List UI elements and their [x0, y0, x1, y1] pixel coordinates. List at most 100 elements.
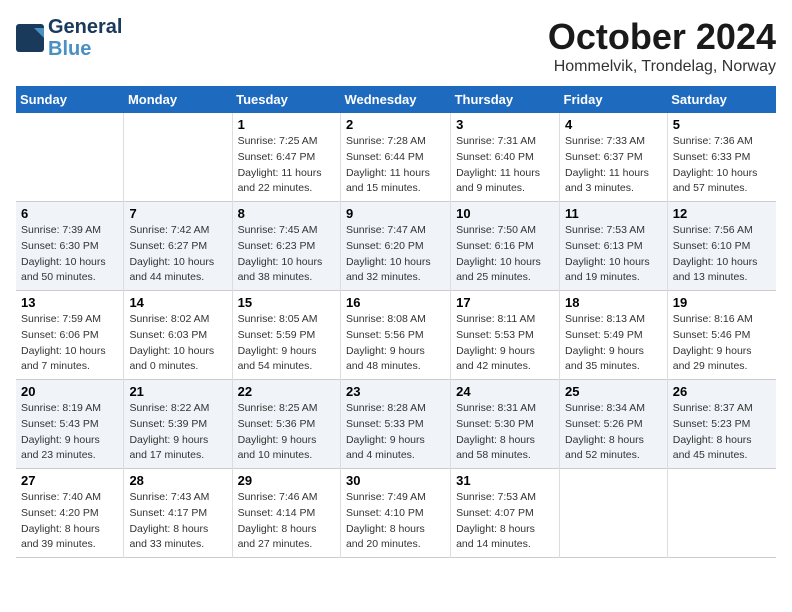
calendar-title: October 2024 [548, 16, 776, 58]
day-number: 7 [129, 206, 226, 221]
cell-text: Sunrise: 7:25 AMSunset: 6:47 PMDaylight:… [238, 135, 322, 194]
day-number: 29 [238, 473, 335, 488]
table-cell: 13Sunrise: 7:59 AMSunset: 6:06 PMDayligh… [16, 291, 124, 380]
day-number: 5 [673, 117, 771, 132]
cell-text: Sunrise: 7:56 AMSunset: 6:10 PMDaylight:… [673, 224, 758, 283]
day-number: 15 [238, 295, 335, 310]
table-cell [560, 469, 668, 558]
table-cell: 10 Sunrise: 7:50 AMSunset: 6:16 PMDayligh… [451, 202, 560, 291]
table-cell: 16Sunrise: 8:08 AMSunset: 5:56 PMDayligh… [340, 291, 450, 380]
calendar-week-row: 13Sunrise: 7:59 AMSunset: 6:06 PMDayligh… [16, 291, 776, 380]
table-cell: 21 Sunrise: 8:22 AMSunset: 5:39 PMDayligh… [124, 380, 232, 469]
calendar-week-row: 27 Sunrise: 7:40 AMSunset: 4:20 PMDayligh… [16, 469, 776, 558]
day-number: 31 [456, 473, 554, 488]
cell-text: Sunrise: 8:11 AMSunset: 5:53 PMDaylight:… [456, 313, 535, 372]
day-number: 8 [238, 206, 335, 221]
logo-icon [16, 24, 44, 52]
calendar-subtitle: Hommelvik, Trondelag, Norway [548, 58, 776, 76]
table-cell: 28 Sunrise: 7:43 AMSunset: 4:17 PMDayligh… [124, 469, 232, 558]
cell-text: Sunrise: 8:16 AMSunset: 5:46 PMDaylight:… [673, 313, 753, 372]
table-cell: 1 Sunrise: 7:25 AMSunset: 6:47 PMDaylight… [232, 113, 340, 202]
cell-text: Sunrise: 7:50 AMSunset: 6:16 PMDaylight:… [456, 224, 541, 283]
cell-text: Sunrise: 7:49 AMSunset: 4:10 PMDaylight:… [346, 491, 426, 550]
day-number: 19 [673, 295, 771, 310]
col-monday: Monday [124, 86, 232, 113]
calendar-table: Sunday Monday Tuesday Wednesday Thursday… [16, 86, 776, 558]
cell-text: Sunrise: 8:31 AMSunset: 5:30 PMDaylight:… [456, 402, 536, 461]
cell-text: Sunrise: 7:43 AMSunset: 4:17 PMDaylight:… [129, 491, 209, 550]
table-cell: 25Sunrise: 8:34 AMSunset: 5:26 PMDayligh… [560, 380, 668, 469]
table-cell: 15 Sunrise: 8:05 AMSunset: 5:59 PMDayligh… [232, 291, 340, 380]
table-cell: 31Sunrise: 7:53 AMSunset: 4:07 PMDayligh… [451, 469, 560, 558]
cell-text: Sunrise: 8:05 AMSunset: 5:59 PMDaylight:… [238, 313, 318, 372]
col-sunday: Sunday [16, 86, 124, 113]
cell-text: Sunrise: 7:28 AMSunset: 6:44 PMDaylight:… [346, 135, 430, 194]
page-header: General Blue October 2024 Hommelvik, Tro… [16, 16, 776, 76]
logo: General Blue [16, 16, 122, 60]
day-number: 21 [129, 384, 226, 399]
table-cell: 8Sunrise: 7:45 AMSunset: 6:23 PMDaylight… [232, 202, 340, 291]
table-cell: 9 Sunrise: 7:47 AMSunset: 6:20 PMDaylight… [340, 202, 450, 291]
logo-text-line2: Blue [48, 38, 122, 60]
day-number: 2 [346, 117, 445, 132]
table-cell: 4 Sunrise: 7:33 AMSunset: 6:37 PMDaylight… [560, 113, 668, 202]
table-cell: 29Sunrise: 7:46 AMSunset: 4:14 PMDayligh… [232, 469, 340, 558]
cell-text: Sunrise: 7:33 AMSunset: 6:37 PMDaylight:… [565, 135, 649, 194]
cell-text: Sunrise: 8:25 AMSunset: 5:36 PMDaylight:… [238, 402, 318, 461]
day-number: 25 [565, 384, 662, 399]
table-cell: 19 Sunrise: 8:16 AMSunset: 5:46 PMDayligh… [667, 291, 776, 380]
day-number: 13 [21, 295, 118, 310]
cell-text: Sunrise: 8:22 AMSunset: 5:39 PMDaylight:… [129, 402, 209, 461]
col-thursday: Thursday [451, 86, 560, 113]
cell-text: Sunrise: 7:42 AMSunset: 6:27 PMDaylight:… [129, 224, 214, 283]
cell-text: Sunrise: 8:37 AMSunset: 5:23 PMDaylight:… [673, 402, 753, 461]
calendar-week-row: 20 Sunrise: 8:19 AMSunset: 5:43 PMDayligh… [16, 380, 776, 469]
day-number: 18 [565, 295, 662, 310]
logo-text-line1: General [48, 16, 122, 38]
day-number: 4 [565, 117, 662, 132]
cell-text: Sunrise: 8:19 AMSunset: 5:43 PMDaylight:… [21, 402, 101, 461]
table-cell: 7 Sunrise: 7:42 AMSunset: 6:27 PMDaylight… [124, 202, 232, 291]
day-number: 3 [456, 117, 554, 132]
day-number: 28 [129, 473, 226, 488]
cell-text: Sunrise: 8:02 AMSunset: 6:03 PMDaylight:… [129, 313, 214, 372]
day-number: 27 [21, 473, 118, 488]
table-cell [16, 113, 124, 202]
calendar-week-row: 1 Sunrise: 7:25 AMSunset: 6:47 PMDaylight… [16, 113, 776, 202]
cell-text: Sunrise: 7:39 AMSunset: 6:30 PMDaylight:… [21, 224, 106, 283]
col-tuesday: Tuesday [232, 86, 340, 113]
table-cell: 12 Sunrise: 7:56 AMSunset: 6:10 PMDayligh… [667, 202, 776, 291]
table-cell: 27 Sunrise: 7:40 AMSunset: 4:20 PMDayligh… [16, 469, 124, 558]
cell-text: Sunrise: 7:40 AMSunset: 4:20 PMDaylight:… [21, 491, 101, 550]
table-cell: 11 Sunrise: 7:53 AMSunset: 6:13 PMDayligh… [560, 202, 668, 291]
col-saturday: Saturday [667, 86, 776, 113]
day-number: 23 [346, 384, 445, 399]
cell-text: Sunrise: 8:28 AMSunset: 5:33 PMDaylight:… [346, 402, 426, 461]
day-number: 9 [346, 206, 445, 221]
day-number: 30 [346, 473, 445, 488]
table-cell: 24 Sunrise: 8:31 AMSunset: 5:30 PMDayligh… [451, 380, 560, 469]
cell-text: Sunrise: 7:31 AMSunset: 6:40 PMDaylight:… [456, 135, 540, 194]
table-cell: 6Sunrise: 7:39 AMSunset: 6:30 PMDaylight… [16, 202, 124, 291]
cell-text: Sunrise: 8:13 AMSunset: 5:49 PMDaylight:… [565, 313, 645, 372]
calendar-header-row: Sunday Monday Tuesday Wednesday Thursday… [16, 86, 776, 113]
calendar-week-row: 6Sunrise: 7:39 AMSunset: 6:30 PMDaylight… [16, 202, 776, 291]
table-cell: 14Sunrise: 8:02 AMSunset: 6:03 PMDayligh… [124, 291, 232, 380]
day-number: 10 [456, 206, 554, 221]
table-cell: 22Sunrise: 8:25 AMSunset: 5:36 PMDayligh… [232, 380, 340, 469]
day-number: 12 [673, 206, 771, 221]
table-cell [124, 113, 232, 202]
table-cell: 3 Sunrise: 7:31 AMSunset: 6:40 PMDaylight… [451, 113, 560, 202]
cell-text: Sunrise: 7:53 AMSunset: 6:13 PMDaylight:… [565, 224, 650, 283]
table-cell: 23 Sunrise: 8:28 AMSunset: 5:33 PMDayligh… [340, 380, 450, 469]
table-cell: 30 Sunrise: 7:49 AMSunset: 4:10 PMDayligh… [340, 469, 450, 558]
day-number: 20 [21, 384, 118, 399]
day-number: 11 [565, 206, 662, 221]
day-number: 1 [238, 117, 335, 132]
table-cell: 2 Sunrise: 7:28 AMSunset: 6:44 PMDaylight… [340, 113, 450, 202]
cell-text: Sunrise: 7:47 AMSunset: 6:20 PMDaylight:… [346, 224, 431, 283]
day-number: 24 [456, 384, 554, 399]
day-number: 17 [456, 295, 554, 310]
table-cell: 5 Sunrise: 7:36 AMSunset: 6:33 PMDaylight… [667, 113, 776, 202]
cell-text: Sunrise: 7:36 AMSunset: 6:33 PMDaylight:… [673, 135, 758, 194]
